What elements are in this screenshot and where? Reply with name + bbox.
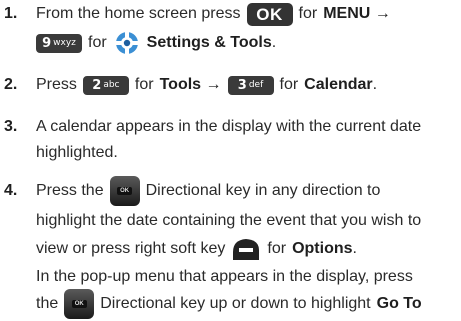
directional-key-icon: OK: [64, 289, 95, 319]
step-line: view or press right soft key for Options…: [36, 236, 357, 262]
step-line: 9 wxyz for Settings & Tools.: [30, 30, 276, 56]
ok-key-icon: OK: [246, 2, 293, 26]
step-number: 4.: [4, 182, 18, 199]
step-text: for: [134, 76, 154, 93]
step-text: Directional key up or down to highlight: [100, 295, 371, 312]
step-number: 3.: [4, 118, 18, 135]
step-line: Press the OK Directional key in any dire…: [36, 176, 381, 206]
key-2-icon: 2 abc: [82, 75, 129, 95]
calendar-label: Calendar: [304, 76, 373, 93]
step-text: the: [36, 295, 59, 312]
step-text: for: [279, 76, 299, 93]
step-line: A calendar appears in the display with t…: [36, 118, 422, 135]
directional-key-icon: OK: [109, 176, 140, 206]
step-line: highlight the date containing the event …: [36, 212, 422, 229]
key-9-icon: 9 wxyz: [36, 33, 82, 53]
step-line: highlighted.: [36, 144, 118, 161]
step-text: for: [267, 240, 287, 257]
options-label: Options: [292, 240, 353, 257]
step-text: Press: [36, 76, 77, 93]
settings-gear-icon: [115, 32, 138, 54]
step-line: Press 2 abc for Tools → 3 def for Calend…: [36, 75, 378, 95]
key-3-icon: 3 def: [227, 75, 274, 95]
step-text: Press the: [36, 182, 104, 199]
go-to-label: Go To: [376, 295, 422, 312]
step-text: view or press right soft key: [36, 240, 226, 257]
step-text: Directional key in any direction to: [145, 182, 381, 199]
step-line: In the pop-up menu that appears in the d…: [36, 268, 413, 285]
step-line: From the home screen press OK for MENU →: [36, 1, 391, 27]
tools-label: Tools →: [159, 76, 222, 93]
step-number: 2.: [4, 76, 18, 93]
menu-label: MENU →: [323, 5, 391, 22]
step-text: for: [88, 34, 107, 51]
step-text: From the home screen press: [36, 5, 241, 22]
step-number: 1.: [4, 5, 18, 22]
step-text: for: [298, 5, 318, 22]
settings-tools-label: Settings & Tools: [146, 34, 272, 51]
step-line: the OK Directional key up or down to hig…: [36, 289, 422, 319]
right-soft-key-icon: [233, 239, 260, 260]
